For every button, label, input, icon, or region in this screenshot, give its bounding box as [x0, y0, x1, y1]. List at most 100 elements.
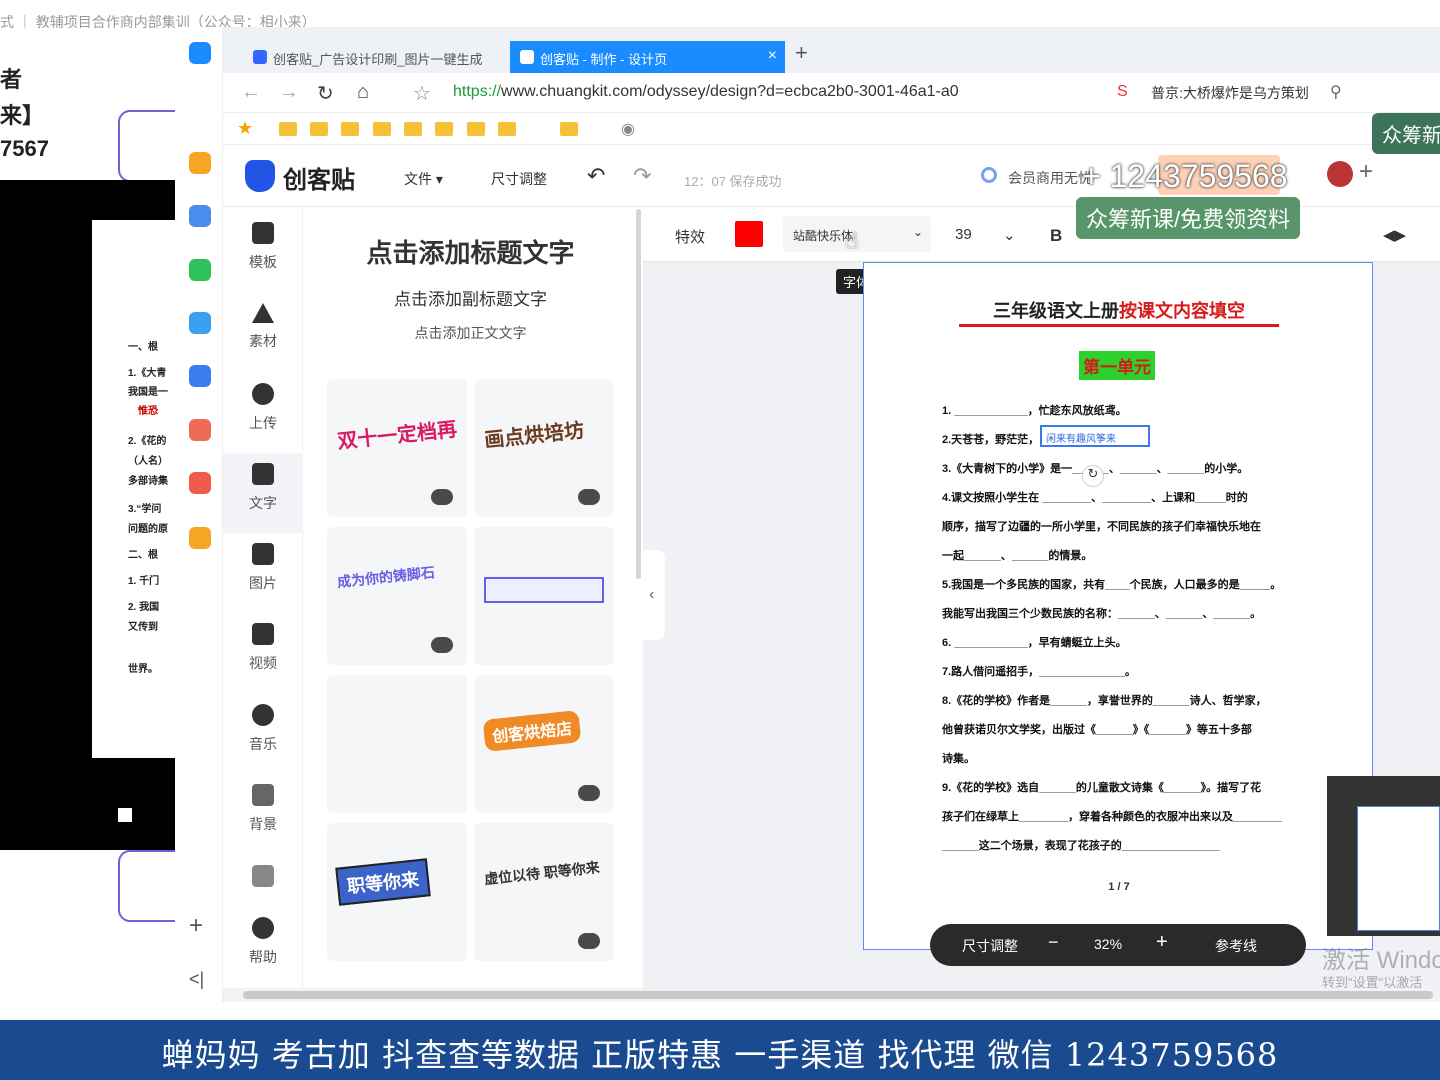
effects-button[interactable]: 特效	[675, 226, 705, 247]
rail-item-text[interactable]: 文字	[223, 453, 303, 533]
folder-icon[interactable]	[560, 122, 578, 136]
cloud-icon[interactable]	[189, 312, 211, 334]
collapse-icon[interactable]: <|	[189, 969, 204, 990]
tab-design-page[interactable]: 创客贴 - 制作 - 设计页 ×	[510, 41, 785, 73]
add-subtitle-text[interactable]: 点击添加副标题文字	[303, 285, 638, 310]
chevron-down-icon[interactable]: ⌄	[1003, 226, 1016, 244]
font-size-value[interactable]: 39	[955, 226, 972, 243]
text-template-card[interactable]: 职等你来	[327, 823, 467, 961]
redo-icon[interactable]: ↷	[633, 163, 651, 189]
member-promo[interactable]: 会员商用无忧	[1008, 168, 1092, 188]
rail-item-upload[interactable]: 上传	[223, 373, 303, 453]
star-icon[interactable]: ☆	[413, 81, 431, 106]
pdf-icon[interactable]	[189, 472, 211, 494]
bg-page-line: 1.《大青	[128, 368, 167, 379]
zoom-out-button[interactable]: −	[1048, 932, 1059, 953]
premium-crown-icon	[431, 637, 453, 653]
scrollbar-thumb[interactable]	[243, 991, 1433, 999]
back-icon[interactable]: ←	[241, 81, 261, 104]
bookmark-star-icon[interactable]: ★	[237, 118, 253, 139]
text-template-card[interactable]: 创客烘焙店	[474, 675, 614, 813]
logo-icon	[245, 160, 275, 192]
text-template-card[interactable]: 画点烘培坊	[474, 379, 614, 517]
question-line: 2.天苍苍，野茫茫，	[942, 434, 1040, 446]
upload-cloud-icon	[252, 383, 274, 405]
text-color-swatch[interactable]	[735, 221, 763, 247]
qq-icon[interactable]	[189, 42, 211, 64]
photo-icon[interactable]	[189, 419, 211, 441]
bg-page-line: 3.“学问	[128, 504, 162, 515]
new-tab-button[interactable]: +	[795, 40, 808, 66]
folder-icon[interactable]	[310, 122, 328, 136]
resize-menu[interactable]: 尺寸调整	[491, 169, 547, 189]
app-icon[interactable]	[189, 152, 211, 174]
text-template-card[interactable]	[327, 675, 467, 813]
rail-item-templates[interactable]: 模板	[223, 212, 303, 292]
favicon-icon	[253, 50, 267, 64]
text-template-card[interactable]	[474, 527, 614, 665]
avatar[interactable]	[1327, 161, 1353, 187]
bg-page-line: 世界。	[128, 664, 158, 675]
folder-icon[interactable]	[435, 122, 453, 136]
cube-icon	[252, 865, 274, 887]
panel-scrollbar[interactable]	[636, 209, 641, 579]
rail-item-background[interactable]: 背景	[223, 774, 303, 854]
bg-page-line: 二、根	[128, 550, 158, 561]
add-body-text[interactable]: 点击添加正文文字	[303, 323, 638, 343]
rotate-handle-icon[interactable]: ↻	[1082, 465, 1104, 487]
tab-chuangkit-home[interactable]: 创客贴_广告设计印刷_图片一键生成	[243, 41, 505, 73]
reload-icon[interactable]: ↻	[317, 81, 334, 106]
bg-page-line: 问题的原	[128, 524, 168, 535]
guides-button[interactable]: 参考线	[1215, 936, 1257, 956]
flip-icon[interactable]: ◀▶	[1383, 226, 1406, 244]
rail-label: 文字	[249, 495, 277, 511]
url-field[interactable]: https://www.chuangkit.com/odyssey/design…	[453, 83, 959, 101]
text-template-card[interactable]: 虚位以待 职等你来	[474, 823, 614, 961]
rail-item-music[interactable]: 音乐	[223, 694, 303, 774]
document-page[interactable]: 三年级语文上册按课文内容填空 第一单元 1. ____________，忙趁东风…	[863, 262, 1373, 950]
search-icon[interactable]: ⚲	[1330, 82, 1342, 102]
globe-icon[interactable]: ◉	[621, 119, 635, 139]
add-icon[interactable]: +	[1359, 158, 1373, 186]
tool-rail: 模板 素材 上传 文字 图片 视频 音乐 背景 帮助	[223, 207, 303, 990]
bottom-ad-banner: 蝉妈妈 考古加 抖查查等数据 正版特惠 一手渠道 找代理 微信 12437595…	[0, 1020, 1440, 1080]
text-template-card[interactable]: 成为你的铸脚石	[327, 527, 467, 665]
forward-icon[interactable]: →	[279, 81, 299, 104]
favicon-icon	[520, 50, 534, 64]
news-search-hint[interactable]: 普京:大桥爆炸是乌方策划	[1151, 83, 1309, 103]
undo-icon[interactable]: ↶	[587, 163, 605, 189]
question-line: ______这二个场景，表现了花孩子的________________	[942, 840, 1220, 852]
close-tab-icon[interactable]: ×	[768, 47, 777, 65]
add-icon[interactable]: +	[189, 912, 203, 940]
folder-icon[interactable]	[373, 122, 391, 136]
folder-icon[interactable]	[498, 122, 516, 136]
folder-icon[interactable]	[467, 122, 485, 136]
zoom-level[interactable]: 32%	[1094, 936, 1122, 952]
rail-item-video[interactable]: 视频	[223, 613, 303, 693]
text-template-card[interactable]: 双十一定档再	[327, 379, 467, 517]
bold-button[interactable]: B	[1050, 226, 1062, 246]
selected-text-box[interactable]: 闲来有趣风筝来	[1040, 425, 1150, 447]
add-title-text[interactable]: 点击添加标题文字	[303, 233, 638, 270]
app-logo[interactable]: 创客贴	[283, 160, 355, 195]
search-app-icon[interactable]	[189, 527, 211, 549]
rail-label: 背景	[249, 816, 277, 832]
text-icon	[252, 463, 274, 485]
folder-icon[interactable]	[279, 122, 297, 136]
resize-button[interactable]: 尺寸调整	[962, 936, 1018, 956]
folder-icon[interactable]	[404, 122, 422, 136]
zoom-in-button[interactable]: +	[1156, 931, 1168, 954]
clock-icon[interactable]	[189, 205, 211, 227]
rail-item-images[interactable]: 图片	[223, 533, 303, 613]
game-icon[interactable]	[189, 365, 211, 387]
home-icon[interactable]: ⌂	[357, 81, 369, 104]
rail-item-help[interactable]: 帮助	[223, 907, 303, 987]
search-engine-icon[interactable]: S	[1117, 83, 1128, 101]
rail-item-materials[interactable]: 素材	[223, 293, 303, 373]
chat-icon[interactable]	[189, 259, 211, 281]
horizontal-scrollbar[interactable]	[223, 988, 1440, 1002]
folder-icon[interactable]	[341, 122, 359, 136]
collapse-panel-button[interactable]: ‹	[643, 550, 665, 640]
file-menu[interactable]: 文件 ▾	[404, 169, 443, 189]
question-line: 顺序，描写了边疆的一所小学里，不同民族的孩子们幸福快乐地在	[942, 521, 1261, 533]
